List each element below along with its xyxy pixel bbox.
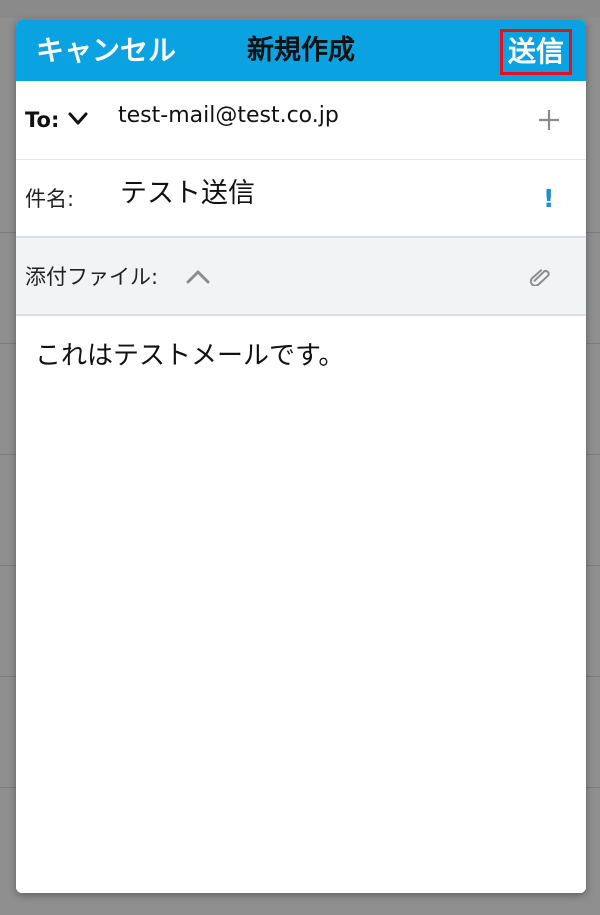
compose-dialog: キャンセル 新規作成 送信 To: test-mail@test.co.jp 件… — [16, 20, 586, 893]
subject-input[interactable]: テスト送信 — [120, 176, 255, 212]
message-body-text[interactable]: これはテストメールです。 — [35, 338, 344, 374]
chevron-up-icon[interactable] — [186, 270, 210, 284]
subject-field-row[interactable]: 件名: テスト送信 ! — [16, 160, 586, 238]
background-app-strip — [0, 0, 600, 18]
to-input[interactable]: test-mail@test.co.jp — [118, 101, 339, 131]
attachments-label: 添付ファイル: — [25, 265, 159, 289]
to-label: To: — [25, 108, 60, 132]
paperclip-icon[interactable] — [528, 268, 552, 286]
to-field-row[interactable]: To: test-mail@test.co.jp — [16, 81, 586, 160]
add-recipient-icon[interactable] — [538, 109, 560, 131]
chevron-down-icon[interactable] — [68, 112, 88, 126]
attachments-row[interactable]: 添付ファイル: — [16, 238, 586, 316]
send-button[interactable]: 送信 — [500, 29, 572, 75]
compose-header: キャンセル 新規作成 送信 — [16, 20, 586, 81]
importance-icon[interactable]: ! — [543, 184, 554, 214]
message-body[interactable]: これはテストメールです。 — [16, 316, 586, 893]
subject-label: 件名: — [25, 187, 75, 211]
